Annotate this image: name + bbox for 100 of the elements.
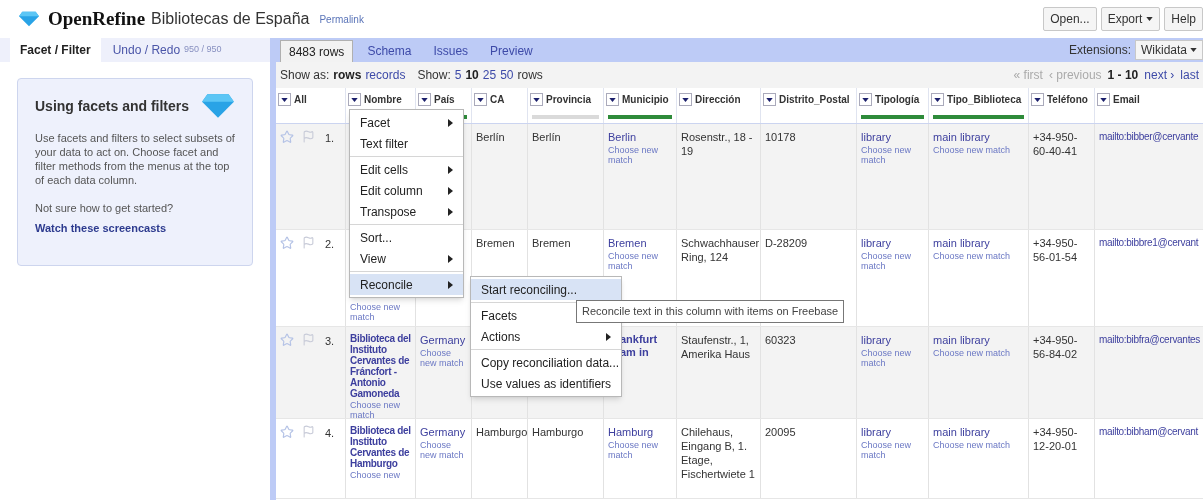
column-header[interactable]: Municipio [604,88,677,123]
view-tab[interactable]: Preview [482,40,541,62]
column-header[interactable]: Dirección [677,88,761,123]
panel-tab[interactable]: Facet / Filter [10,38,101,62]
view-mode-link[interactable]: records [365,66,406,84]
reconciled-value[interactable]: main library [933,333,1024,347]
app-logo[interactable]: OpenRefine [48,4,146,34]
flag-icon[interactable] [302,425,315,438]
table-cell-text: D-28209 [765,236,809,250]
view-tab[interactable]: Issues [425,40,477,62]
caret-icon [477,97,484,102]
column-header[interactable]: Teléfono [1029,88,1095,123]
choose-match-link[interactable]: Choose new match [933,145,1024,155]
panel-tab[interactable]: Undo / Redo 950 / 950 [102,38,232,62]
table-cell-text: +34-950-60-40-41 [1033,130,1079,158]
choose-match-link[interactable]: Choose new match [420,440,467,460]
page-size-link[interactable]: 25 [482,66,497,84]
page-size-link[interactable]: 50 [500,66,514,84]
reconciled-value[interactable]: Germany [420,425,467,439]
menu-item[interactable]: Start reconciling... [471,279,621,300]
diamond-logo-icon [18,11,40,27]
reconciled-value[interactable]: Berlin [608,130,672,144]
menu-item[interactable]: Reconcile [350,274,463,295]
toolbar-button[interactable]: Export [1100,7,1161,31]
pager-link[interactable]: next › [1144,66,1175,84]
choose-match-link[interactable]: Choose new match [933,440,1024,450]
menu-item[interactable]: Copy reconciliation data... [471,352,621,373]
caret-icon [766,97,773,102]
star-icon[interactable] [280,425,294,439]
reconciled-value[interactable]: Bremen [608,236,672,250]
choose-match-link[interactable]: Choose new match [350,302,411,322]
star-icon[interactable] [280,333,294,347]
toolbar-button[interactable]: Open... [1043,7,1097,31]
name-link[interactable]: Biblioteca del Instituto Cervantes de Hamburgo [350,425,411,469]
table-cell-text: 20095 [765,425,797,439]
menu-item[interactable]: Actions [471,326,621,347]
email-link[interactable]: mailto:bibfra@cervantes [1099,333,1203,347]
reconciled-value[interactable]: Hamburg [608,425,672,439]
column-header[interactable]: All [276,88,346,123]
choose-match-link[interactable]: Choose new match [861,251,924,271]
menu-item[interactable]: Use values as identifiers [471,373,621,394]
reconciled-value[interactable]: library [861,425,924,439]
table-cell-text: Bremen [476,236,516,250]
caret-icon [1190,48,1197,52]
column-header[interactable]: Email [1095,88,1203,123]
reconciled-value[interactable]: main library [933,425,1024,439]
reconciled-value[interactable]: Germany [420,333,467,347]
email-link[interactable]: mailto:bibber@cervante [1099,130,1203,144]
view-mode-link[interactable]: rows [333,66,362,84]
column-header[interactable]: Tipología [857,88,929,123]
menu-item[interactable]: Text filter [350,133,463,154]
choose-match-link[interactable]: Choose new match [933,251,1024,261]
menu-item[interactable]: Edit cells [350,159,463,180]
flag-icon[interactable] [302,333,315,346]
choose-match-link[interactable]: Choose new match [933,348,1024,358]
menu-item[interactable]: View [350,248,463,269]
flag-icon[interactable] [302,236,315,249]
view-tab[interactable]: Schema [359,40,420,62]
choose-match-link[interactable]: Choose new match [608,145,672,165]
table-cell-text: 60323 [765,333,797,347]
flag-icon[interactable] [302,130,315,143]
choose-match-link[interactable]: Choose new match [861,348,924,368]
choose-match-link[interactable]: Choose new match [861,440,924,460]
caret-icon [1100,97,1107,102]
help-text: Use facets and filters to select subsets of your data to act on. Choose facet and filter methods from the menus at the top of each data column. [35,131,235,187]
star-icon[interactable] [280,130,294,144]
star-icon[interactable] [280,236,294,250]
email-link[interactable]: mailto:bibbre1@cervant [1099,236,1203,250]
toolbar-button[interactable]: Help [1164,7,1203,31]
choose-match-link[interactable]: Choose new match [608,251,672,271]
pager-link[interactable]: last [1180,66,1199,84]
choose-match-link[interactable]: Choose new match [608,440,672,460]
row-number: 1. [325,131,335,146]
permalink-link[interactable]: Permalink [319,11,364,27]
menu-item[interactable]: Sort... [350,227,463,248]
column-header[interactable]: Tipo_Biblioteca [929,88,1029,123]
caret-icon [351,97,358,102]
screencasts-link[interactable]: Watch these screencasts [35,222,167,234]
choose-match-link[interactable]: Choose new match [420,348,467,368]
reconciled-value[interactable]: main library [933,130,1024,144]
reconciled-value[interactable]: library [861,236,924,250]
column-header[interactable]: CA [472,88,528,123]
email-link[interactable]: mailto:bibham@cervant [1099,425,1203,439]
extensions-dropdown[interactable]: Wikidata [1135,40,1203,60]
view-tab[interactable]: 8483 rows [280,40,354,62]
choose-match-link[interactable]: Choose new [350,470,411,480]
name-link[interactable]: Biblioteca del Instituto Cervantes de Fráncfort - Antonio Gamoneda [350,333,411,399]
choose-match-link[interactable]: Choose new match [861,145,924,165]
table-cell-text: +34-950-12-20-01 [1033,425,1079,453]
table-cell: Chilehaus, Eingang B, 1. Etage, Fischertwiete 1 [681,425,756,481]
menu-item[interactable]: Edit column [350,180,463,201]
choose-match-link[interactable]: Choose new match [350,400,411,418]
reconciled-value[interactable]: library [861,130,924,144]
menu-item[interactable]: Transpose [350,201,463,222]
reconciled-value[interactable]: library [861,333,924,347]
page-size-link[interactable]: 10 [465,66,479,84]
page-size-link[interactable]: 5 [454,66,462,84]
column-header[interactable]: Provincia [528,88,604,123]
reconciled-value[interactable]: main library [933,236,1024,250]
column-header[interactable]: Distrito_Postal [761,88,857,123]
